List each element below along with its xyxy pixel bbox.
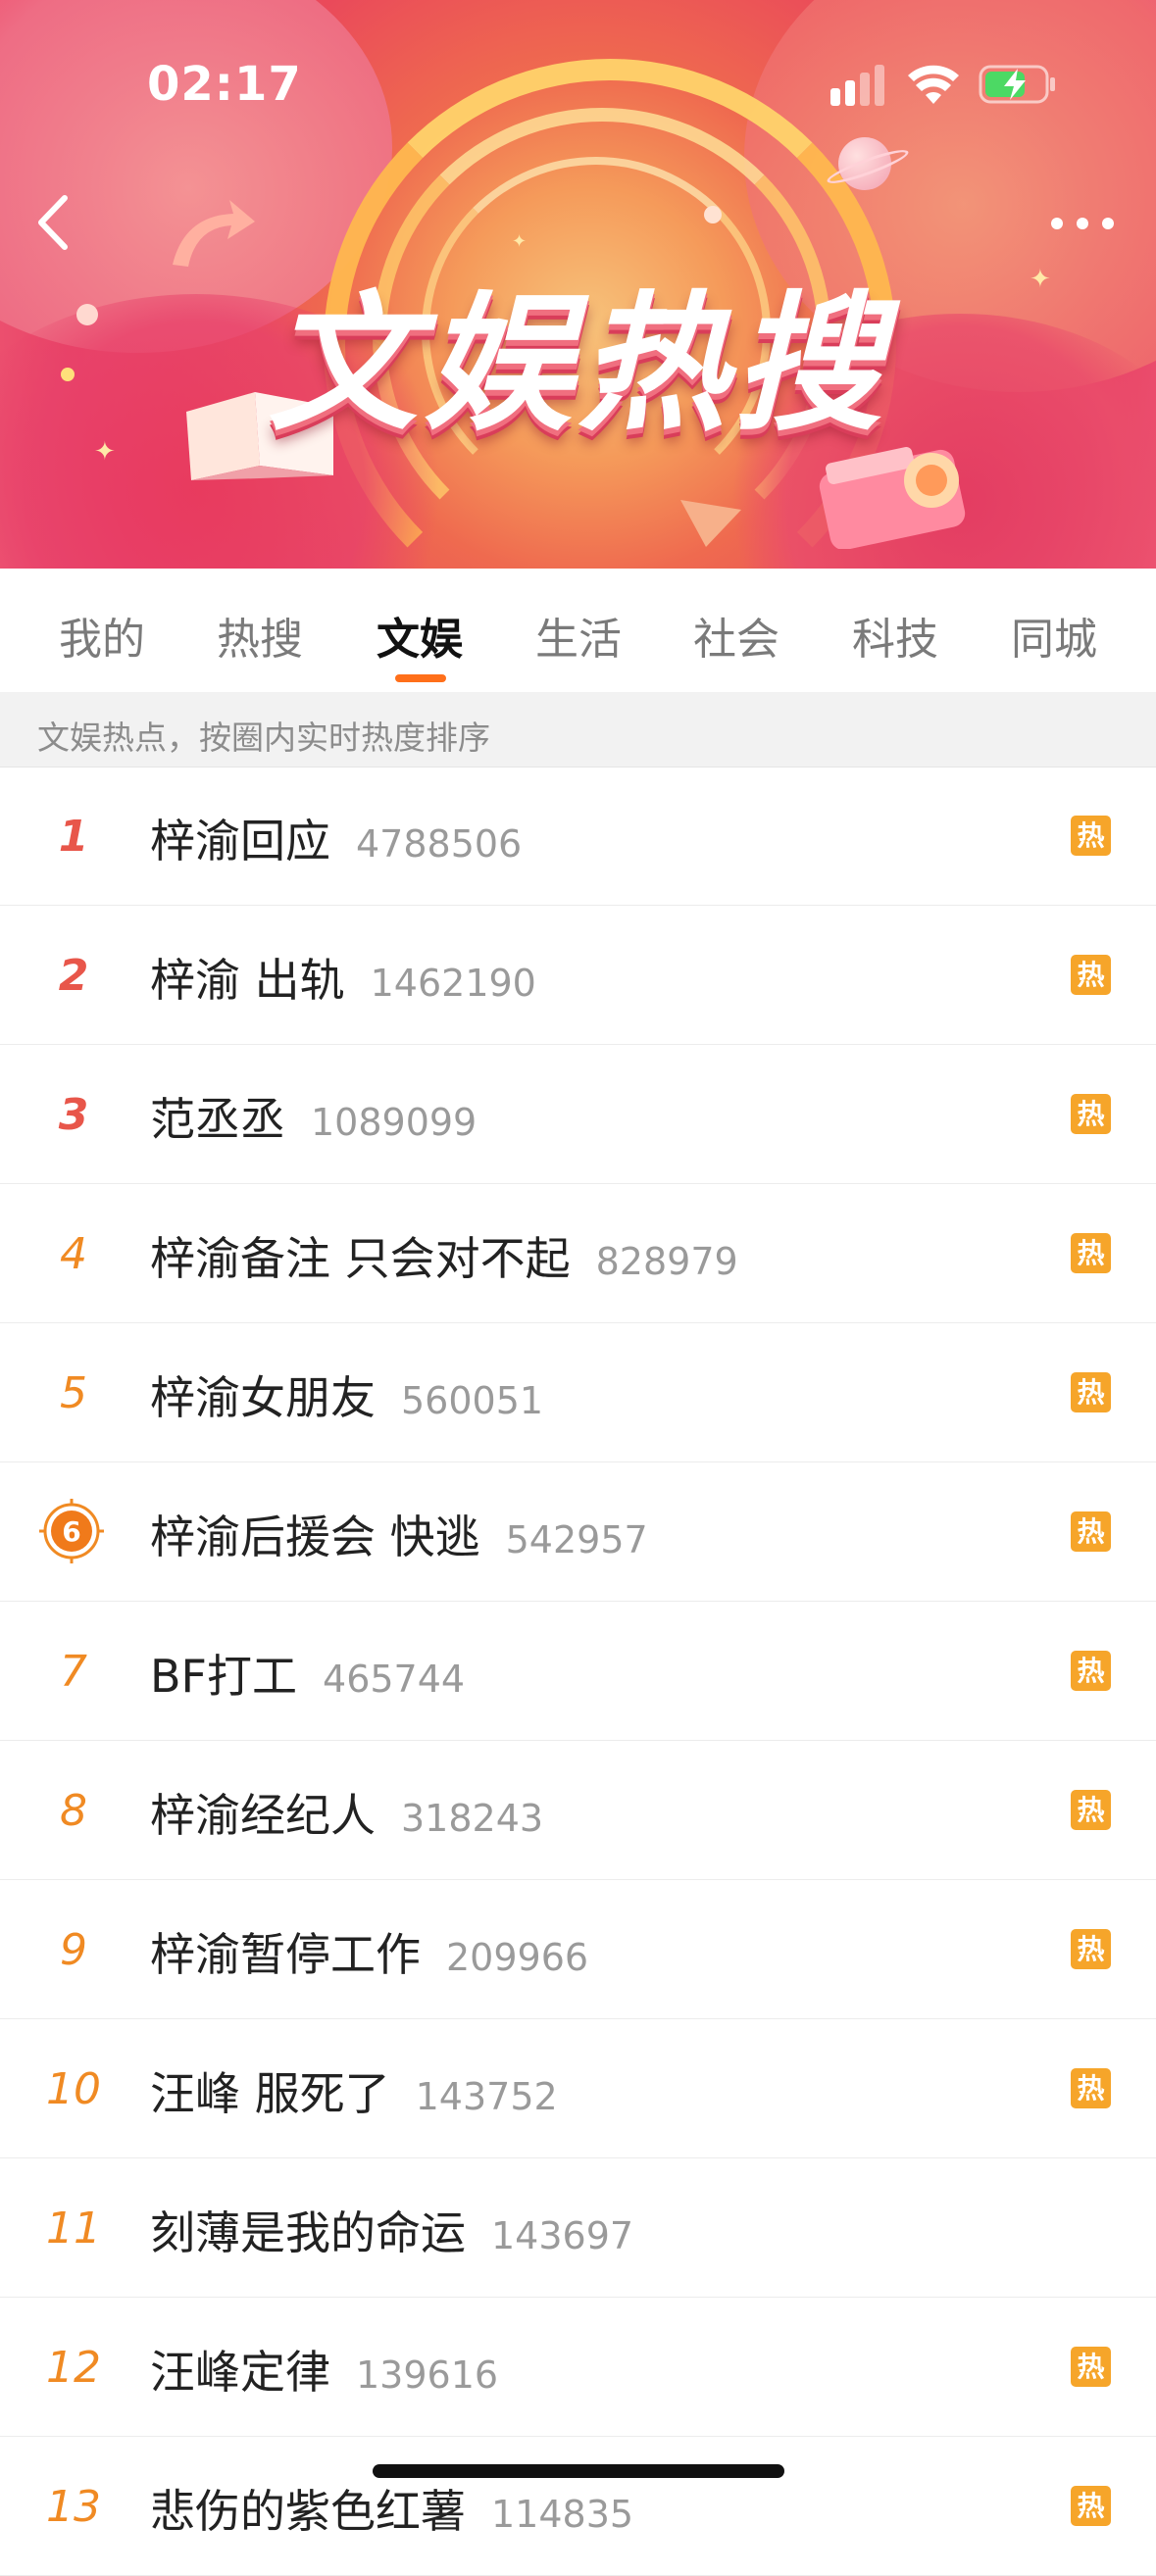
item-title: 范丞丞 1089099 (150, 1093, 477, 1146)
heat-count: 1462190 (370, 962, 536, 1005)
list-description: 文娱热点，按圈内实时热度排序 (0, 692, 1156, 768)
rank-number: 5 (60, 1368, 87, 1418)
hot-badge: 热 (1071, 1790, 1111, 1830)
hot-badge: 热 (1071, 2068, 1111, 2108)
heat-count: 1089099 (311, 1101, 477, 1144)
rank-number: 4 (60, 1229, 87, 1279)
list-item[interactable]: 9 梓渝暂停工作 209966 热 (0, 1880, 1156, 2019)
tab-local[interactable]: 同城 (1011, 604, 1097, 667)
back-arrow-icon[interactable] (25, 188, 84, 257)
heat-count: 318243 (401, 1797, 544, 1840)
hot-badge: 热 (1071, 955, 1111, 995)
item-title: BF打工 465744 (150, 1650, 466, 1703)
rank-number: 8 (60, 1786, 87, 1836)
item-title: 梓渝备注 只会对不起 828979 (150, 1232, 738, 1285)
list-item[interactable]: 7 BF打工 465744 热 (0, 1602, 1156, 1741)
list-item[interactable]: 5 梓渝女朋友 560051 热 (0, 1323, 1156, 1462)
battery-charging-icon (979, 65, 1055, 104)
list-item[interactable]: 4 梓渝备注 只会对不起 828979 热 (0, 1184, 1156, 1323)
tab-entertainment[interactable]: 文娱 (377, 604, 463, 667)
item-title: 梓渝暂停工作 209966 (150, 1928, 589, 1981)
list-item[interactable]: 1 梓渝回应 4788506 热 (0, 767, 1156, 906)
list-item[interactable]: 10 汪峰 服死了 143752 热 (0, 2019, 1156, 2158)
tab-technology[interactable]: 科技 (852, 604, 938, 667)
signal-icon (830, 65, 884, 106)
hot-badge: 热 (1071, 816, 1111, 856)
list-item[interactable]: 11 刻薄是我的命运 143697 (0, 2158, 1156, 2298)
item-title: 刻薄是我的命运 143697 (150, 2206, 634, 2259)
heat-count: 143752 (415, 2075, 558, 2118)
item-title: 梓渝经纪人 318243 (150, 1789, 544, 1842)
hot-badge: 热 (1071, 1233, 1111, 1273)
wifi-icon (908, 65, 959, 104)
rank-6-badge-icon: 6 (39, 1499, 104, 1563)
home-indicator[interactable] (373, 2464, 784, 2478)
banner-title: 文娱热搜 (268, 277, 888, 451)
banner-dot (704, 206, 722, 223)
hot-badge: 热 (1071, 1511, 1111, 1552)
list-description-text: 文娱热点，按圈内实时热度排序 (37, 718, 490, 757)
list-item[interactable]: 13 悲伤的紫色红薯 114835 热 (0, 2437, 1156, 2576)
list-item[interactable]: 8 梓渝经纪人 318243 热 (0, 1741, 1156, 1880)
item-title: 梓渝女朋友 560051 (150, 1371, 544, 1424)
heat-count: 143697 (491, 2214, 634, 2257)
hot-badge: 热 (1071, 2347, 1111, 2387)
list-item[interactable]: 3 范丞丞 1089099 热 (0, 1045, 1156, 1184)
item-title: 梓渝回应 4788506 (150, 815, 523, 867)
list-item[interactable]: 6 梓渝后援会 快逃 542957 热 (0, 1462, 1156, 1602)
rank-number: 7 (60, 1647, 87, 1697)
item-title: 梓渝 出轨 1462190 (150, 954, 536, 1007)
heat-count: 560051 (401, 1379, 544, 1422)
rank-number: 3 (58, 1090, 89, 1140)
item-title: 汪峰 服死了 143752 (150, 2067, 558, 2120)
heat-count: 139616 (356, 2353, 499, 2397)
tab-mine[interactable]: 我的 (59, 604, 145, 667)
list-item[interactable]: 12 汪峰定律 139616 热 (0, 2298, 1156, 2437)
more-options-icon[interactable] (1047, 204, 1118, 243)
rank-number: 1 (58, 812, 89, 862)
prism-icon (680, 500, 741, 547)
heat-count: 209966 (446, 1936, 589, 1979)
status-time: 02:17 (147, 57, 302, 112)
rank-number: 11 (46, 2204, 101, 2254)
rank-number: 12 (46, 2343, 101, 2393)
tab-hot-search[interactable]: 热搜 (217, 604, 303, 667)
heat-count: 465744 (323, 1658, 466, 1701)
item-title: 悲伤的紫色红薯 114835 (150, 2485, 634, 2538)
hot-badge: 热 (1071, 1651, 1111, 1691)
tab-life[interactable]: 生活 (535, 604, 622, 667)
rank-number: 6 (62, 1515, 80, 1548)
category-tabs: 我的 热搜 文娱 生活 社会 科技 同城 (0, 569, 1156, 693)
hot-badge: 热 (1071, 2486, 1111, 2526)
status-bar: 02:17 (0, 0, 1156, 167)
rank-number: 2 (58, 951, 89, 1001)
heat-count: 114835 (491, 2493, 634, 2536)
hot-badge: 热 (1071, 1094, 1111, 1134)
rank-number: 10 (46, 2064, 101, 2114)
hot-badge: 热 (1071, 1929, 1111, 1969)
tab-society[interactable]: 社会 (693, 604, 779, 667)
heat-count: 542957 (505, 1518, 648, 1561)
item-title: 梓渝后援会 快逃 542957 (150, 1511, 648, 1563)
heat-count: 4788506 (356, 822, 523, 866)
active-tab-indicator (395, 674, 446, 682)
hot-badge: 热 (1071, 1372, 1111, 1412)
heat-count: 828979 (595, 1240, 738, 1283)
rank-number: 9 (60, 1925, 87, 1975)
list-item[interactable]: 2 梓渝 出轨 1462190 热 (0, 906, 1156, 1045)
hot-search-list: 1 梓渝回应 4788506 热 2 梓渝 出轨 1462190 热 3 范丞丞 10… (0, 767, 1156, 2576)
item-title: 汪峰定律 139616 (150, 2346, 499, 2399)
rank-number: 13 (46, 2482, 101, 2532)
